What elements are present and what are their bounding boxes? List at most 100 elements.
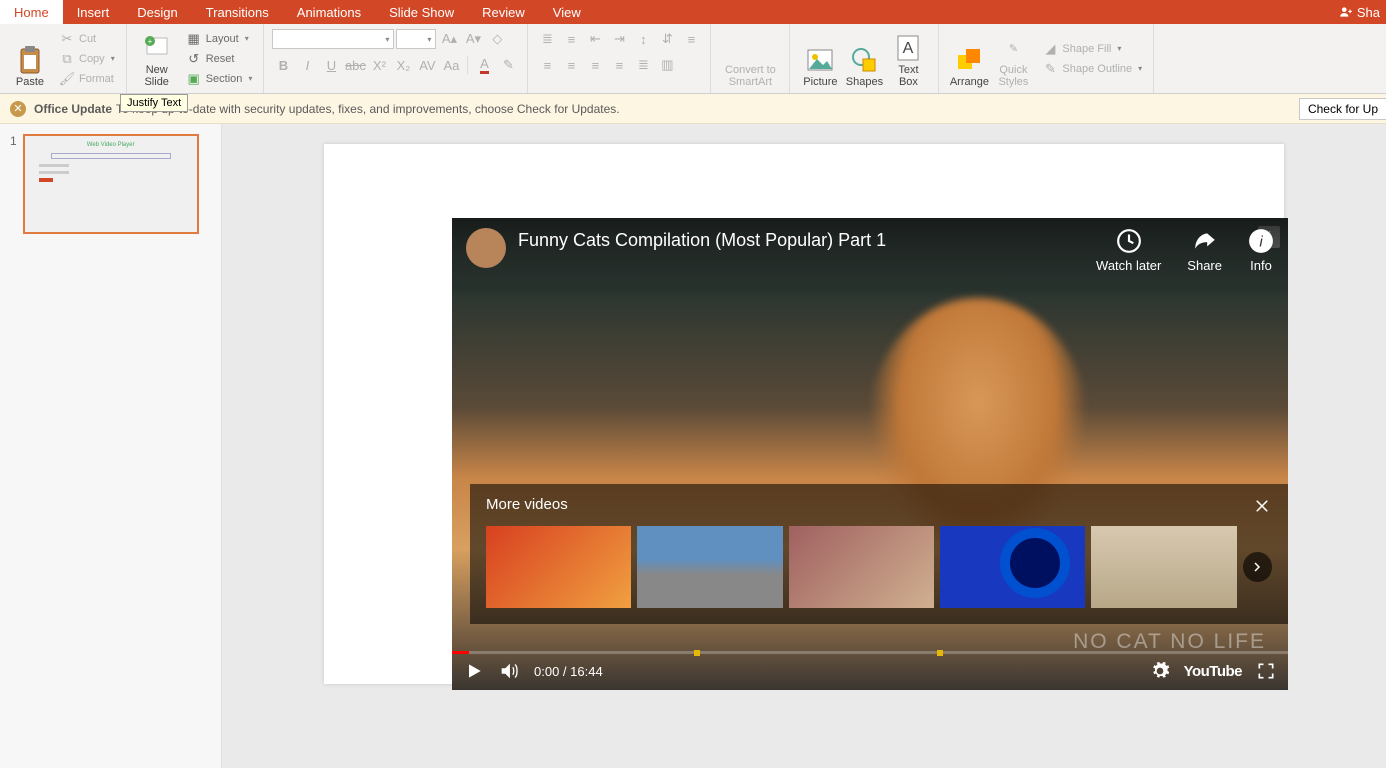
columns-button[interactable]: ▥	[656, 54, 678, 76]
italic-button[interactable]: I	[296, 54, 318, 76]
tab-home[interactable]: Home	[0, 0, 63, 24]
update-message: To keep up-to-date with security updates…	[116, 102, 620, 116]
tab-slideshow[interactable]: Slide Show	[375, 0, 468, 24]
align-center-button[interactable]: ≡	[560, 54, 582, 76]
clipboard-icon	[17, 45, 43, 75]
align-text-button[interactable]: ≡	[680, 28, 702, 50]
suggested-video-4[interactable]	[940, 526, 1085, 608]
shape-fill-button[interactable]: ◢Shape Fill▾	[1039, 40, 1145, 58]
distribute-button[interactable]: ≣	[632, 54, 654, 76]
next-suggestions-button[interactable]	[1243, 552, 1272, 582]
tab-view[interactable]: View	[539, 0, 595, 24]
highlight-button[interactable]: ✎	[497, 54, 519, 76]
underline-button[interactable]: U	[320, 54, 342, 76]
tab-transitions[interactable]: Transitions	[192, 0, 283, 24]
font-color-button[interactable]: A	[473, 54, 495, 76]
font-family-select[interactable]: ▾	[272, 29, 394, 49]
clear-format-button[interactable]: ◇	[486, 28, 508, 50]
tab-animations[interactable]: Animations	[283, 0, 375, 24]
superscript-button[interactable]: X²	[368, 54, 390, 76]
justify-button[interactable]: ≡	[608, 54, 630, 76]
layout-button[interactable]: ▦Layout▾	[183, 30, 256, 48]
strike-button[interactable]: abc	[344, 54, 366, 76]
format-painter-button[interactable]: 🖌Format	[56, 70, 118, 88]
slide-canvas[interactable]: i Funny Cats Compilation (Most Popular) …	[222, 124, 1386, 768]
gear-icon	[1150, 661, 1170, 681]
shapes-icon	[851, 47, 877, 73]
slide-thumbnail-pane[interactable]: 1 Web Video Player	[0, 124, 222, 768]
suggested-video-3[interactable]	[789, 526, 934, 608]
share-button[interactable]: Sha	[1333, 0, 1386, 24]
shape-outline-button[interactable]: ✎Shape Outline▾	[1039, 60, 1145, 78]
fullscreen-button[interactable]	[1256, 661, 1276, 681]
paste-button[interactable]: Paste	[8, 28, 52, 88]
bullets-button[interactable]: ≣	[536, 28, 558, 50]
info-button[interactable]: i Info	[1248, 228, 1274, 273]
copy-icon: ⧉	[59, 51, 75, 67]
subscript-button[interactable]: X₂	[392, 54, 414, 76]
increase-indent-button[interactable]: ⇥	[608, 28, 630, 50]
section-button[interactable]: ▣Section▾	[183, 70, 256, 88]
align-right-button[interactable]: ≡	[584, 54, 606, 76]
shrink-font-button[interactable]: A▾	[462, 28, 484, 50]
new-slide-icon: +	[144, 35, 170, 61]
pen-icon: ✎	[1042, 61, 1058, 77]
slide-thumbnail-1[interactable]: Web Video Player	[23, 134, 199, 234]
play-button[interactable]	[464, 661, 484, 681]
update-notification-bar: ✕ Office Update To keep up-to-date with …	[0, 94, 1386, 124]
convert-smartart-button[interactable]: Convert to SmartArt	[719, 28, 781, 88]
numbering-button[interactable]: ≡	[560, 28, 582, 50]
more-videos-label: More videos	[486, 496, 568, 516]
suggested-video-1[interactable]	[486, 526, 631, 608]
change-case-button[interactable]: Aa	[440, 54, 462, 76]
channel-avatar[interactable]	[466, 228, 506, 268]
eraser-icon: ◇	[492, 31, 502, 47]
workspace: 1 Web Video Player i Funny Cats Compilat…	[0, 124, 1386, 768]
cut-button[interactable]: ✂Cut	[56, 30, 118, 48]
shapes-button[interactable]: Shapes	[842, 28, 886, 88]
section-icon: ▣	[186, 71, 202, 87]
watch-later-button[interactable]: Watch later	[1096, 228, 1161, 273]
svg-text:+: +	[147, 37, 152, 46]
ribbon-tabs: Home Insert Design Transitions Animation…	[0, 0, 1386, 24]
share-button[interactable]: Share	[1187, 228, 1222, 273]
new-slide-button[interactable]: + New Slide	[135, 28, 179, 88]
picture-button[interactable]: Picture	[798, 28, 842, 88]
slide[interactable]: i Funny Cats Compilation (Most Popular) …	[324, 144, 1284, 684]
reset-button[interactable]: ↺Reset	[183, 50, 256, 68]
reset-icon: ↺	[186, 51, 202, 67]
textbox-button[interactable]: A Text Box	[886, 28, 930, 88]
text-direction-button[interactable]: ⇵	[656, 28, 678, 50]
tab-insert[interactable]: Insert	[63, 0, 124, 24]
align-left-button[interactable]: ≡	[536, 54, 558, 76]
update-title: Office Update	[34, 102, 112, 116]
bold-button[interactable]: B	[272, 54, 294, 76]
font-size-select[interactable]: ▾	[396, 29, 436, 49]
grow-font-button[interactable]: A▴	[438, 28, 460, 50]
close-notification-icon[interactable]: ✕	[10, 101, 26, 117]
settings-button[interactable]	[1150, 661, 1170, 681]
char-spacing-button[interactable]: AV	[416, 54, 438, 76]
close-more-videos-button[interactable]	[1252, 496, 1272, 516]
volume-button[interactable]	[498, 660, 520, 682]
embedded-video[interactable]: i Funny Cats Compilation (Most Popular) …	[452, 218, 1288, 690]
line-spacing-button[interactable]: ↕	[632, 28, 654, 50]
copy-button[interactable]: ⧉Copy▾	[56, 50, 118, 68]
slide-number: 1	[10, 134, 17, 234]
decrease-indent-button[interactable]: ⇤	[584, 28, 606, 50]
tab-design[interactable]: Design	[123, 0, 191, 24]
quick-styles-button[interactable]: ✎ Quick Styles	[991, 28, 1035, 88]
suggested-video-5[interactable]	[1091, 526, 1236, 608]
suggested-video-2[interactable]	[637, 526, 782, 608]
youtube-logo[interactable]: YouTube	[1184, 663, 1242, 680]
textbox-icon: A	[897, 35, 919, 61]
arrange-button[interactable]: Arrange	[947, 28, 991, 88]
arrange-icon	[956, 47, 982, 73]
info-icon: i	[1248, 228, 1274, 254]
clock-icon	[1116, 228, 1142, 254]
check-updates-button[interactable]: Check for Up	[1299, 98, 1386, 120]
tab-review[interactable]: Review	[468, 0, 539, 24]
video-controls: 0:00 / 16:44 YouTube	[452, 652, 1288, 690]
video-title[interactable]: Funny Cats Compilation (Most Popular) Pa…	[518, 228, 1096, 251]
video-time: 0:00 / 16:44	[534, 664, 603, 679]
